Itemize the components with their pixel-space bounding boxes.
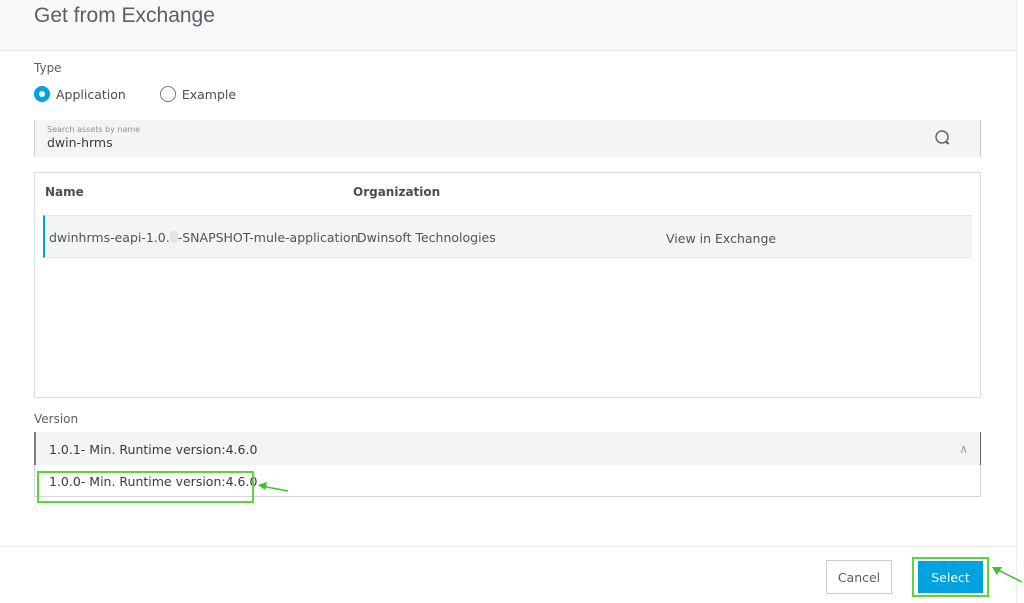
version-selected-value: 1.0.1- Min. Runtime version:4.6.0: [49, 442, 258, 457]
annotation-arrow-icon: [258, 482, 289, 492]
type-radio-group: Application Example: [34, 86, 236, 102]
type-label: Type: [34, 61, 62, 75]
asset-name-suffix: -SNAPSHOT-mule-application: [177, 230, 359, 245]
assets-table: Name Organization dwinhrms-eapi-1.0. -SNA…: [34, 172, 981, 398]
version-label: Version: [34, 412, 79, 426]
select-button[interactable]: Select: [918, 561, 983, 593]
radio-application[interactable]: Application: [34, 86, 126, 102]
asset-name-prefix: dwinhrms-eapi-1.0.: [49, 230, 170, 245]
scrollbar-track[interactable]: [1016, 0, 1017, 603]
footer-divider: [0, 546, 1016, 547]
radio-example-label: Example: [181, 86, 237, 102]
search-placeholder: Search assets by name: [47, 125, 141, 134]
radio-application-label: Application: [56, 86, 126, 102]
radio-example[interactable]: Example: [159, 86, 237, 102]
cancel-button[interactable]: Cancel: [826, 560, 892, 594]
version-select[interactable]: 1.0.1- Min. Runtime version:4.6.0 ∧: [34, 432, 981, 465]
table-row[interactable]: dwinhrms-eapi-1.0. -SNAPSHOT-mule-applica…: [43, 215, 972, 258]
dialog-header: Get from Exchange: [0, 0, 1016, 51]
annotation-highlight-box: [37, 471, 254, 503]
redacted-text: [169, 231, 178, 243]
search-icon[interactable]: [934, 129, 952, 147]
annotation-arrow-icon: [992, 567, 1023, 583]
asset-name: dwinhrms-eapi-1.0. -SNAPSHOT-mule-applica…: [49, 230, 359, 245]
column-header-organization: Organization: [353, 185, 441, 199]
asset-organization: Dwinsoft Technologies: [357, 230, 496, 245]
column-header-name: Name: [45, 185, 84, 199]
radio-unchecked-icon: [159, 86, 176, 102]
dialog-title: Get from Exchange: [34, 4, 215, 27]
radio-checked-icon: [34, 86, 50, 102]
view-in-exchange-link[interactable]: View in Exchange: [666, 231, 776, 246]
chevron-up-icon[interactable]: ∧: [959, 442, 968, 456]
search-value: dwin-hrms: [47, 135, 113, 150]
search-input[interactable]: Search assets by name dwin-hrms: [34, 120, 981, 157]
